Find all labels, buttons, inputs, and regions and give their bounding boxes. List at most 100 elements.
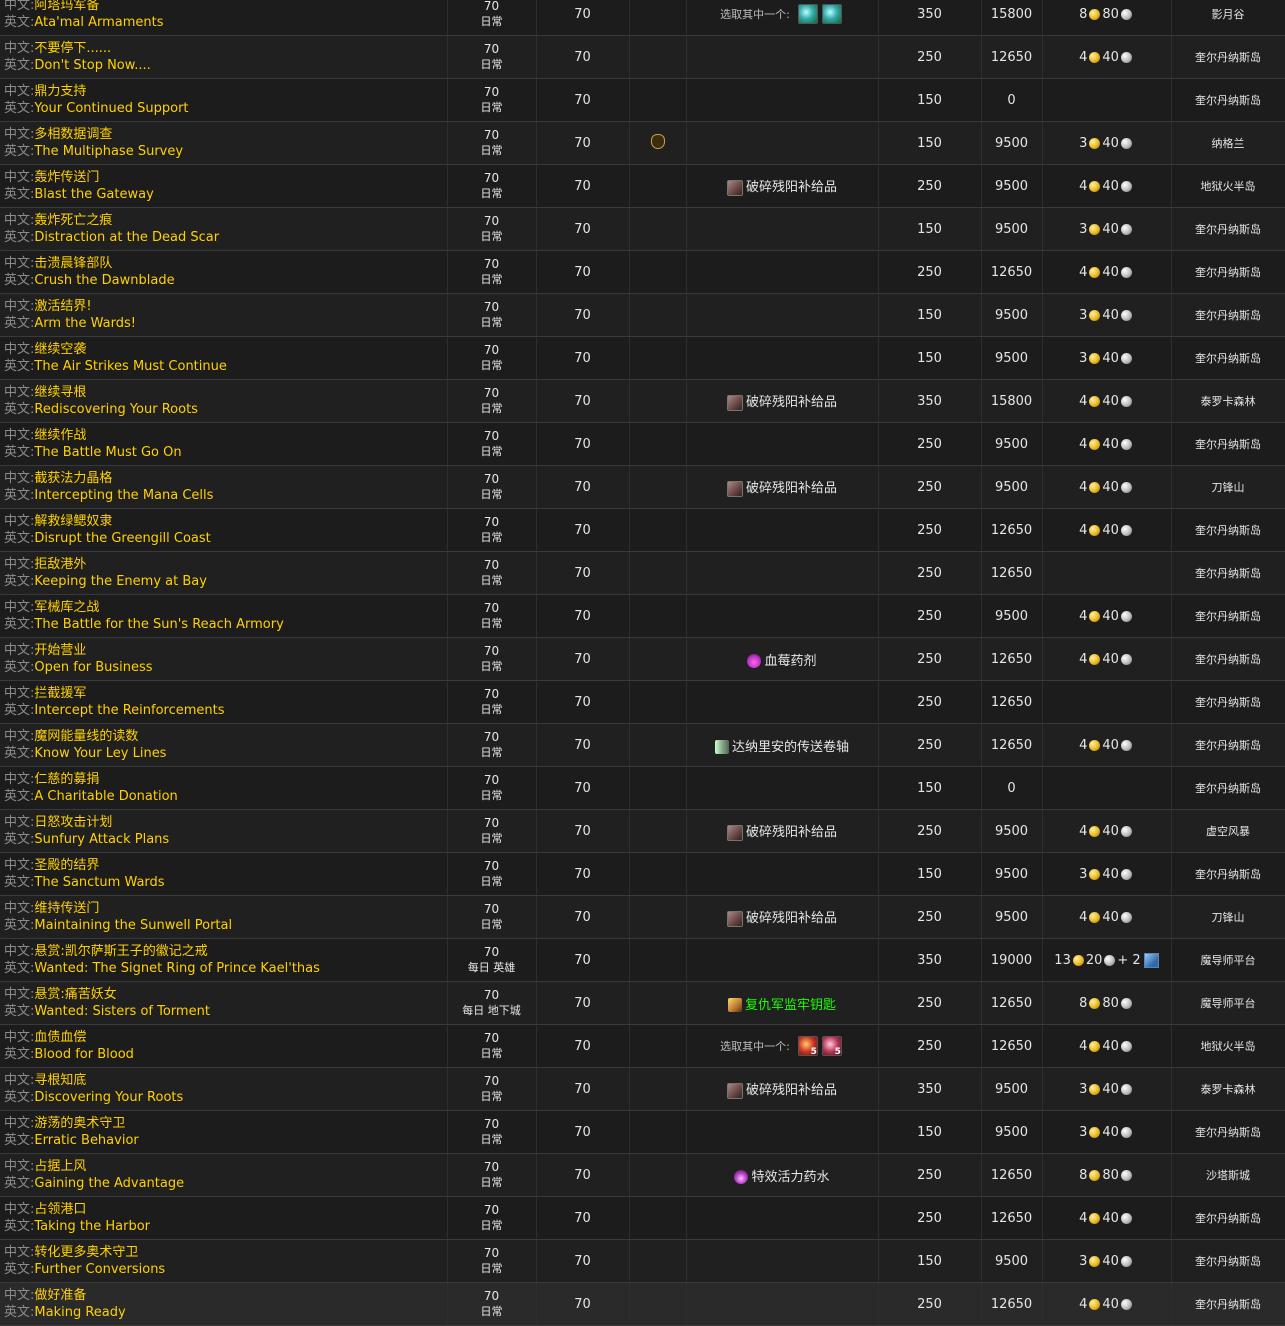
quest-row[interactable]: 中文:做好准备 英文:Making Ready 70 日常 70 250 12650 4 40 奎…: [0, 1282, 1285, 1326]
quest-row[interactable]: 中文:寻根知底 英文:Discovering Your Roots 70 日常 70 破碎…: [0, 1067, 1285, 1111]
quest-name-cn-link[interactable]: 激活结界!: [34, 299, 91, 314]
reward-item-icon[interactable]: [726, 480, 743, 497]
quest-row[interactable]: 中文:不要停下...... 英文:Don't Stop Now.... 70 日常 70…: [0, 35, 1285, 79]
reward-item-icon[interactable]: [726, 394, 743, 411]
zone[interactable]: 影月谷: [1171, 0, 1285, 36]
zone[interactable]: 奎尔丹纳斯岛: [1171, 766, 1285, 810]
quest-row[interactable]: 中文:日怒攻击计划 英文:Sunfury Attack Plans 70 日常 70 破碎…: [0, 809, 1285, 853]
zone[interactable]: 奎尔丹纳斯岛: [1171, 336, 1285, 380]
quest-name-cn-link[interactable]: 悬赏:凯尔萨斯王子的徽记之戒: [34, 944, 207, 959]
quest-name-cn-link[interactable]: 继续作战: [34, 428, 86, 443]
quest-name-en-link[interactable]: The Battle Must Go On: [34, 445, 181, 460]
quest-row[interactable]: 中文:激活结界! 英文:Arm the Wards! 70 日常 70 150 9500 3 4…: [0, 293, 1285, 337]
reward-item-icon[interactable]: [726, 179, 743, 196]
reward-item-icon[interactable]: [747, 654, 762, 668]
quest-row[interactable]: 中文:击溃晨锋部队 英文:Crush the Dawnblade 70 日常 70 250…: [0, 250, 1285, 294]
zone[interactable]: 奎尔丹纳斯岛: [1171, 78, 1285, 122]
reward-item-link[interactable]: 特效活力药水: [751, 1170, 829, 1185]
quest-row[interactable]: 中文:魔网能量线的读数 英文:Know Your Ley Lines 70 日常 70 达…: [0, 723, 1285, 767]
zone[interactable]: 奎尔丹纳斯岛: [1171, 723, 1285, 767]
quest-name-cn-link[interactable]: 不要停下......: [34, 41, 111, 56]
quest-name-en-link[interactable]: The Air Strikes Must Continue: [34, 359, 226, 374]
quest-name-en-link[interactable]: Don't Stop Now....: [34, 58, 150, 73]
quest-row[interactable]: 中文:轰炸死亡之痕 英文:Distraction at the Dead Scar…: [0, 207, 1285, 251]
zone[interactable]: 泰罗卡森林: [1171, 379, 1285, 423]
reward-item-icon[interactable]: [726, 1082, 743, 1099]
quest-name-cn-link[interactable]: 阿塔玛军备: [34, 0, 99, 13]
quest-name-en-link[interactable]: Rediscovering Your Roots: [34, 402, 198, 417]
quest-name-cn-link[interactable]: 仁慈的募捐: [34, 772, 99, 787]
quest-row[interactable]: 中文:悬赏:凯尔萨斯王子的徽记之戒 英文:Wanted: The Signet R…: [0, 938, 1285, 982]
quest-name-cn-link[interactable]: 占领港口: [34, 1202, 86, 1217]
reward-item-link[interactable]: 破碎残阳补给品: [746, 180, 837, 195]
quest-row[interactable]: 中文:鼎力支持 英文:Your Continued Support 70 日常 70 15…: [0, 78, 1285, 122]
quest-name-cn-link[interactable]: 继续寻根: [34, 385, 86, 400]
zone[interactable]: 奎尔丹纳斯岛: [1171, 293, 1285, 337]
quest-name-en-link[interactable]: Taking the Harbor: [34, 1219, 150, 1234]
zone[interactable]: 奎尔丹纳斯岛: [1171, 594, 1285, 638]
teal-gem-icon[interactable]: [797, 4, 818, 24]
quest-name-cn-link[interactable]: 轰炸传送门: [34, 170, 99, 185]
zone[interactable]: 奎尔丹纳斯岛: [1171, 637, 1285, 681]
zone[interactable]: 奎尔丹纳斯岛: [1171, 852, 1285, 896]
quest-name-cn-link[interactable]: 多相数据调查: [34, 127, 112, 142]
quest-name-cn-link[interactable]: 继续空袭: [34, 342, 86, 357]
reward-item-icon[interactable]: [714, 740, 729, 754]
quest-row[interactable]: 中文:军械库之战 英文:The Battle for the Sun's Reac…: [0, 594, 1285, 638]
quest-row[interactable]: 中文:继续空袭 英文:The Air Strikes Must Continue 7…: [0, 336, 1285, 380]
quest-row[interactable]: 中文:阿塔玛军备 英文:Ata'mal Armaments 70 日常 70 选取其中一个…: [0, 0, 1285, 36]
quest-name-en-link[interactable]: Open for Business: [34, 660, 152, 675]
quest-row[interactable]: 中文:占领港口 英文:Taking the Harbor 70 日常 70 250 1265…: [0, 1196, 1285, 1240]
quest-name-en-link[interactable]: Your Continued Support: [34, 101, 188, 116]
quest-name-cn-link[interactable]: 轰炸死亡之痕: [34, 213, 112, 228]
quest-row[interactable]: 中文:仁慈的募捐 英文:A Charitable Donation 70 日常 70 15…: [0, 766, 1285, 810]
reward-item-link[interactable]: 达纳里安的传送卷轴: [732, 740, 849, 755]
quest-name-en-link[interactable]: Making Ready: [34, 1305, 125, 1320]
quest-name-cn-link[interactable]: 开始营业: [34, 643, 86, 658]
zone[interactable]: 奎尔丹纳斯岛: [1171, 250, 1285, 294]
quest-name-en-link[interactable]: Sunfury Attack Plans: [34, 832, 169, 847]
zone[interactable]: 魔导师平台: [1171, 981, 1285, 1025]
quest-row[interactable]: 中文:截获法力晶格 英文:Intercepting the Mana Cells 7…: [0, 465, 1285, 509]
quest-name-cn-link[interactable]: 魔网能量线的读数: [34, 729, 138, 744]
zone[interactable]: 沙塔斯城: [1171, 1153, 1285, 1197]
quest-name-en-link[interactable]: Blood for Blood: [34, 1047, 134, 1062]
badge-of-justice-icon[interactable]: [1143, 952, 1159, 968]
quest-name-en-link[interactable]: The Multiphase Survey: [34, 144, 183, 159]
quest-name-en-link[interactable]: Disrupt the Greengill Coast: [34, 531, 210, 546]
quest-name-en-link[interactable]: Intercept the Reinforcements: [34, 703, 224, 718]
quest-name-cn-link[interactable]: 截获法力晶格: [34, 471, 112, 486]
zone[interactable]: 奎尔丹纳斯岛: [1171, 1239, 1285, 1283]
quest-name-cn-link[interactable]: 转化更多奥术守卫: [34, 1245, 138, 1260]
quest-name-en-link[interactable]: Further Conversions: [34, 1262, 165, 1277]
zone[interactable]: 地狱火半岛: [1171, 1024, 1285, 1068]
reward-item-link[interactable]: 血莓药剂: [764, 654, 816, 669]
quest-name-en-link[interactable]: A Charitable Donation: [34, 789, 177, 804]
quest-row[interactable]: 中文:拦截援军 英文:Intercept the Reinforcements 70…: [0, 680, 1285, 724]
reward-item-icon[interactable]: [726, 824, 743, 841]
reward-item-icon[interactable]: [727, 998, 742, 1012]
teal-gem-icon[interactable]: [821, 4, 842, 24]
quest-name-en-link[interactable]: Distraction at the Dead Scar: [34, 230, 219, 245]
zone[interactable]: 刀锋山: [1171, 465, 1285, 509]
quest-name-cn-link[interactable]: 解救绿鳃奴隶: [34, 514, 112, 529]
zone[interactable]: 泰罗卡森林: [1171, 1067, 1285, 1111]
quest-name-cn-link[interactable]: 占据上风: [34, 1159, 86, 1174]
quest-row[interactable]: 中文:拒敌港外 英文:Keeping the Enemy at Bay 70 日常 70…: [0, 551, 1285, 595]
quest-name-cn-link[interactable]: 击溃晨锋部队: [34, 256, 112, 271]
quest-row[interactable]: 中文:轰炸传送门 英文:Blast the Gateway 70 日常 70 破碎残阳补给…: [0, 164, 1285, 208]
quest-name-en-link[interactable]: The Sanctum Wards: [34, 875, 164, 890]
quest-name-en-link[interactable]: The Battle for the Sun's Reach Armory: [34, 617, 283, 632]
quest-name-cn-link[interactable]: 维持传送门: [34, 901, 99, 916]
quest-row[interactable]: 中文:悬赏:痛苦妖女 英文:Wanted: Sisters of Torment 7…: [0, 981, 1285, 1025]
quest-name-cn-link[interactable]: 做好准备: [34, 1288, 86, 1303]
zone[interactable]: 刀锋山: [1171, 895, 1285, 939]
zone[interactable]: 魔导师平台: [1171, 938, 1285, 982]
quest-name-en-link[interactable]: Blast the Gateway: [34, 187, 153, 202]
quest-name-en-link[interactable]: Ata'mal Armaments: [34, 15, 163, 30]
quest-name-cn-link[interactable]: 拒敌港外: [34, 557, 86, 572]
zone[interactable]: 虚空风暴: [1171, 809, 1285, 853]
zone[interactable]: 奎尔丹纳斯岛: [1171, 551, 1285, 595]
zone[interactable]: 奎尔丹纳斯岛: [1171, 207, 1285, 251]
quest-name-en-link[interactable]: Arm the Wards!: [34, 316, 136, 331]
